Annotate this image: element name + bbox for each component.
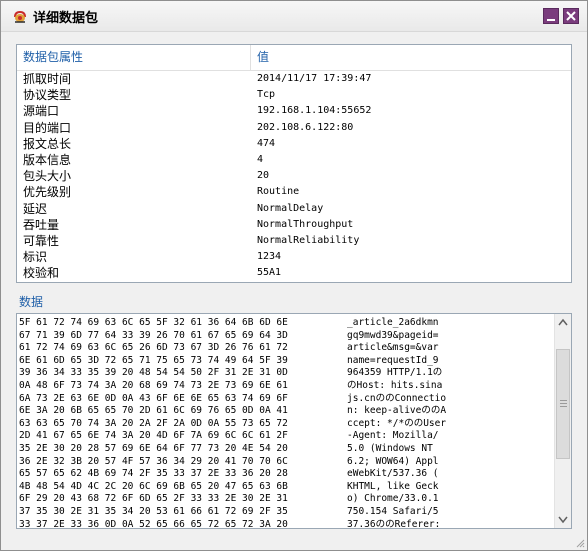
scroll-up-arrow-icon[interactable] xyxy=(556,315,570,331)
ascii-text-line: 5.0 (Windows NT xyxy=(347,443,439,454)
hex-bytes-line: 6F 29 20 43 68 72 6F 6D 65 2F 33 33 2E 3… xyxy=(19,493,288,505)
property-value: Routine xyxy=(257,186,300,198)
minimize-button[interactable] xyxy=(543,8,559,24)
hex-bytes-line: 6A 73 2E 63 6E 0D 0A 43 6F 6E 6E 65 63 7… xyxy=(19,392,288,404)
hex-bytes-line: 35 2E 30 20 28 57 69 6E 64 6F 77 73 20 4… xyxy=(19,443,288,454)
ascii-text-line: 750.154 Safari/5 xyxy=(347,506,439,517)
hex-bytes-line: 0A 48 6F 73 74 3A 20 68 69 74 73 2E 73 6… xyxy=(19,380,288,391)
property-name: 吞吐量 xyxy=(23,217,60,232)
property-name: 校验和 xyxy=(23,266,60,281)
property-row[interactable]: 目的端口 202.108.6.122:80 xyxy=(17,120,571,136)
hex-bytes-line: 61 72 74 69 63 6C 65 26 6D 73 67 3D 26 7… xyxy=(19,342,288,354)
property-row[interactable]: 优先级别 Routine xyxy=(17,184,571,200)
property-row[interactable]: 协议类型 Tcp xyxy=(17,87,571,103)
close-button[interactable] xyxy=(563,8,579,24)
scrollbar-thumb[interactable] xyxy=(556,349,570,459)
scroll-down-arrow-icon[interactable] xyxy=(556,511,570,527)
property-name: 优先级别 xyxy=(23,185,72,200)
vertical-scrollbar[interactable] xyxy=(554,314,571,528)
property-row[interactable]: 延迟 NormalDelay xyxy=(17,201,571,217)
property-value: NormalThroughput xyxy=(257,218,354,230)
hex-bytes-line: 65 57 65 62 4B 69 74 2F 35 33 37 2E 33 3… xyxy=(19,468,288,480)
property-value: 2014/11/17 17:39:47 xyxy=(257,73,372,84)
hex-bytes-line: 63 63 65 70 74 3A 20 2A 2F 2A 0D 0A 55 7… xyxy=(19,417,288,429)
ascii-text-line: のHost: hits.sina xyxy=(347,380,443,391)
property-name: 抓取时间 xyxy=(23,72,72,86)
property-row[interactable]: 源端口 192.168.1.104:55652 xyxy=(17,103,571,119)
hex-bytes-line: 6E 3A 20 6B 65 65 70 2D 61 6C 69 76 65 0… xyxy=(19,405,288,417)
grip-line xyxy=(560,403,567,404)
ascii-text-line: 964359 HTTP/1.1の xyxy=(347,367,443,379)
property-row[interactable]: 标识 1234 xyxy=(17,249,571,265)
hex-bytes-line: 33 37 2E 33 36 0D 0A 52 65 66 65 72 65 7… xyxy=(19,518,288,529)
ascii-text-line: name=requestId_9 xyxy=(347,354,439,366)
hex-bytes-line: 67 71 39 6D 77 64 33 39 26 70 61 67 65 6… xyxy=(19,329,288,341)
property-value: 20 xyxy=(257,170,270,182)
packet-properties-list[interactable]: 数据包属性 值 抓取时间 2014/11/17 17:39:47 协议类型 Tcp 源端… xyxy=(16,44,572,283)
grip-line xyxy=(560,400,567,401)
property-name: 可靠性 xyxy=(23,233,60,248)
property-row[interactable]: 报文总长 474 xyxy=(17,136,571,152)
properties-header: 数据包属性 值 xyxy=(17,45,571,71)
minimize-icon xyxy=(547,19,555,21)
ascii-text-line: o) Chrome/33.0.1 xyxy=(347,493,439,505)
property-row[interactable]: 版本信息 4 xyxy=(17,152,571,168)
property-row[interactable]: 包头大小 20 xyxy=(17,168,571,184)
property-name: 包头大小 xyxy=(23,169,72,184)
hex-bytes-line: 36 2E 32 3B 20 57 4F 57 36 34 29 20 41 7… xyxy=(19,455,288,467)
property-value: 1234 xyxy=(257,251,282,263)
property-value: NormalDelay xyxy=(257,202,324,214)
ascii-text-line: eWebKit/537.36 ( xyxy=(347,468,439,480)
property-name: 源端口 xyxy=(23,104,60,119)
property-value: Tcp xyxy=(257,89,276,101)
hex-bytes-line: 6E 61 6D 65 3D 72 65 71 75 65 73 74 49 6… xyxy=(19,354,288,366)
resize-grip-icon[interactable] xyxy=(575,538,585,548)
app-logo-icon xyxy=(14,11,26,23)
property-value: 192.168.1.104:55652 xyxy=(257,105,372,117)
property-row[interactable]: 校验和 55A1 xyxy=(17,265,571,281)
close-icon xyxy=(566,11,576,21)
property-value: 4 xyxy=(257,153,264,165)
property-name: 标识 xyxy=(23,250,48,265)
property-name: 目的端口 xyxy=(23,120,72,135)
title-bar[interactable]: 详细数据包 xyxy=(1,1,587,32)
hex-bytes-line: 39 36 34 33 35 39 20 48 54 54 50 2F 31 2… xyxy=(19,367,288,379)
ascii-text-line: gq9mwd39&pageid= xyxy=(347,329,439,341)
window-title: 详细数据包 xyxy=(33,11,99,26)
hex-bytes-line: 5F 61 72 74 69 63 6C 65 5F 32 61 36 64 6… xyxy=(19,317,288,328)
property-row[interactable]: 吞吐量 NormalThroughput xyxy=(17,217,571,233)
property-name: 延迟 xyxy=(23,201,48,216)
hex-bytes-line: 2D 41 67 65 6E 74 3A 20 4D 6F 7A 69 6C 6… xyxy=(19,430,288,442)
ascii-text-line: n: keep-aliveののA xyxy=(347,405,447,417)
ascii-text-line: article&msg=&var xyxy=(347,342,439,354)
property-name: 版本信息 xyxy=(23,152,72,167)
property-value: 55A1 xyxy=(257,267,282,279)
property-name: 报文总长 xyxy=(23,136,72,151)
ascii-text-line: 6.2; WOW64) Appl xyxy=(347,455,439,467)
ascii-text-line: KHTML, like Geck xyxy=(347,480,439,492)
hex-bytes-line: 4B 48 54 4D 4C 2C 20 6C 69 6B 65 20 47 6… xyxy=(19,480,288,492)
ascii-text-line: -Agent: Mozilla/ xyxy=(347,430,439,442)
ascii-text-line: ccept: */*ののUser xyxy=(347,417,447,429)
ascii-text-line: 37.36ののReferer: xyxy=(347,518,447,529)
property-value: 474 xyxy=(257,137,276,149)
data-section-label: 数据 xyxy=(19,295,44,309)
property-row[interactable]: 抓取时间 2014/11/17 17:39:47 xyxy=(17,71,571,87)
ascii-text-line: _article_2a6dkmn xyxy=(347,317,439,328)
ascii-text-line: js.cnののConnectio xyxy=(347,392,447,404)
packet-detail-window: 详细数据包 数据包属性 值 抓取时间 2014/11/17 17:39:47 协议类… xyxy=(0,0,588,551)
property-name: 协议类型 xyxy=(23,88,72,103)
column-header-property[interactable]: 数据包属性 xyxy=(17,45,251,70)
property-row[interactable]: 可靠性 NormalReliability xyxy=(17,233,571,249)
grip-line xyxy=(560,406,567,407)
column-header-value[interactable]: 值 xyxy=(251,45,571,70)
hex-bytes-line: 37 35 30 2E 31 35 34 20 53 61 66 61 72 6… xyxy=(19,506,288,517)
hex-dump-textbox[interactable]: 5F 61 72 74 69 63 6C 65 5F 32 61 36 64 6… xyxy=(16,313,572,529)
property-value: NormalReliability xyxy=(257,234,360,246)
property-value: 202.108.6.122:80 xyxy=(257,121,354,133)
